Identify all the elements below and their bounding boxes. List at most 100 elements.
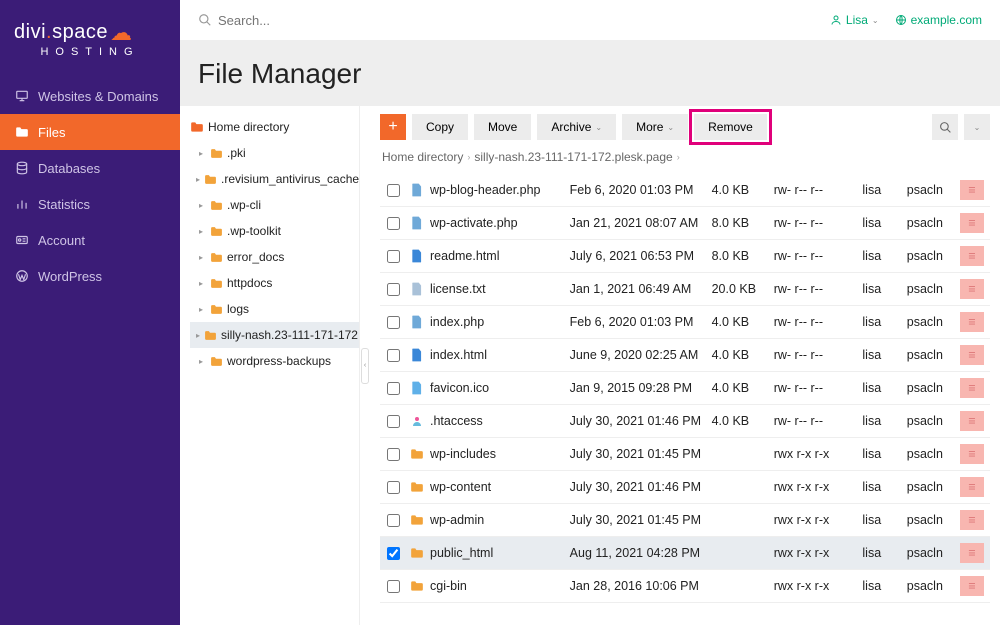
tree-item[interactable]: ▸ silly-nash.23-111-171-172 — [190, 322, 359, 348]
file-group: psacln — [907, 414, 960, 428]
row-checkbox[interactable] — [387, 514, 400, 527]
chevron-right-icon[interactable]: ▸ — [196, 201, 206, 210]
tree-root[interactable]: Home directory — [180, 114, 359, 140]
table-row[interactable]: index.phpFeb 6, 2020 01:03 PM4.0 KBrw- r… — [380, 306, 990, 339]
table-row[interactable]: license.txtJan 1, 2021 06:49 AM20.0 KBrw… — [380, 273, 990, 306]
tree-item[interactable]: ▸.wp-toolkit — [190, 218, 359, 244]
nav-item-databases[interactable]: Databases — [0, 150, 180, 186]
move-button[interactable]: Move — [474, 114, 531, 140]
row-actions-button[interactable]: ≡ — [960, 510, 984, 530]
file-size: 4.0 KB — [712, 414, 774, 428]
row-actions-button[interactable]: ≡ — [960, 180, 984, 200]
file-size: 4.0 KB — [712, 315, 774, 329]
tree-item-label: .revisium_antivirus_cache — [221, 172, 359, 186]
chevron-right-icon[interactable]: ▸ — [196, 149, 206, 158]
tree-item[interactable]: ▸ .revisium_antivirus_cache — [190, 166, 359, 192]
archive-button[interactable]: Archive⌄ — [537, 114, 616, 140]
table-row[interactable]: public_htmlAug 11, 2021 04:28 PMrwx r-x … — [380, 537, 990, 570]
row-checkbox[interactable] — [387, 580, 400, 593]
tree-item-label: wordpress-backups — [227, 354, 331, 368]
nav-item-files[interactable]: Files — [0, 114, 180, 150]
nav-item-wordpress[interactable]: WordPress — [0, 258, 180, 294]
folder-icon — [14, 124, 30, 140]
chevron-right-icon[interactable]: ▸ — [196, 331, 200, 340]
nav-item-account[interactable]: Account — [0, 222, 180, 258]
row-checkbox[interactable] — [387, 481, 400, 494]
search-options-button[interactable]: ⌄ — [964, 114, 990, 140]
chevron-right-icon[interactable]: ▸ — [196, 305, 206, 314]
tree-item[interactable]: ▸httpdocs — [190, 270, 359, 296]
row-checkbox[interactable] — [387, 415, 400, 428]
chevron-right-icon[interactable]: ▸ — [196, 253, 206, 262]
tree-item[interactable]: ▸.pki — [190, 140, 359, 166]
file-name: wp-includes — [430, 447, 496, 461]
file-group: psacln — [907, 315, 960, 329]
row-actions-button[interactable]: ≡ — [960, 444, 984, 464]
table-row[interactable]: wp-contentJuly 30, 2021 01:46 PMrwx r-x … — [380, 471, 990, 504]
table-row[interactable]: cgi-binJan 28, 2016 10:06 PMrwx r-x r-xl… — [380, 570, 990, 603]
nav-item-websites-domains[interactable]: Websites & Domains — [0, 78, 180, 114]
table-row[interactable]: wp-adminJuly 30, 2021 01:45 PMrwx r-x r-… — [380, 504, 990, 537]
chevron-right-icon[interactable]: ▸ — [196, 227, 206, 236]
row-checkbox[interactable] — [387, 349, 400, 362]
folder-icon — [210, 252, 223, 263]
add-button[interactable]: + — [380, 114, 406, 140]
table-row[interactable]: wp-blog-header.phpFeb 6, 2020 01:03 PM4.… — [380, 174, 990, 207]
domain-link[interactable]: example.com — [895, 13, 982, 27]
row-actions-button[interactable]: ≡ — [960, 312, 984, 332]
row-checkbox[interactable] — [387, 217, 400, 230]
table-row[interactable]: .htaccessJuly 30, 2021 01:46 PM4.0 KBrw-… — [380, 405, 990, 438]
row-actions-button[interactable]: ≡ — [960, 246, 984, 266]
row-checkbox[interactable] — [387, 547, 400, 560]
collapse-tree-button[interactable]: ‹ — [361, 348, 369, 384]
search-input[interactable] — [218, 13, 820, 28]
tree-item-label: .wp-cli — [227, 198, 261, 212]
folder-icon — [210, 304, 223, 315]
row-actions-button[interactable]: ≡ — [960, 543, 984, 563]
chevron-right-icon[interactable]: ▸ — [196, 279, 206, 288]
cloud-icon: ☁ — [110, 20, 133, 45]
user-menu[interactable]: Lisa ⌄ — [830, 13, 879, 27]
file-group: psacln — [907, 480, 960, 494]
chevron-right-icon[interactable]: ▸ — [196, 175, 200, 184]
chevron-right-icon[interactable]: ▸ — [196, 357, 206, 366]
breadcrumb-link[interactable]: Home directory — [382, 150, 463, 164]
row-checkbox[interactable] — [387, 382, 400, 395]
row-actions-button[interactable]: ≡ — [960, 411, 984, 431]
row-checkbox[interactable] — [387, 448, 400, 461]
file-user: lisa — [862, 216, 906, 230]
row-actions-button[interactable]: ≡ — [960, 576, 984, 596]
file-permissions: rw- r-- r-- — [774, 282, 863, 296]
row-checkbox[interactable] — [387, 283, 400, 296]
row-actions-button[interactable]: ≡ — [960, 279, 984, 299]
file-group: psacln — [907, 183, 960, 197]
table-row[interactable]: wp-includesJuly 30, 2021 01:45 PMrwx r-x… — [380, 438, 990, 471]
remove-button[interactable]: Remove — [694, 114, 767, 140]
row-actions-button[interactable]: ≡ — [960, 213, 984, 233]
file-user: lisa — [862, 183, 906, 197]
copy-button[interactable]: Copy — [412, 114, 468, 140]
table-row[interactable]: readme.htmlJuly 6, 2021 06:53 PM8.0 KBrw… — [380, 240, 990, 273]
file-search-button[interactable] — [932, 114, 958, 140]
tree-item-label: silly-nash.23-111-171-172 — [221, 328, 358, 342]
table-row[interactable]: wp-activate.phpJan 21, 2021 08:07 AM8.0 … — [380, 207, 990, 240]
panel-resize-handle[interactable]: ‹ — [360, 106, 370, 625]
tree-item[interactable]: ▸ .wp-cli — [190, 192, 359, 218]
tree-item[interactable]: ▸ wordpress-backups — [190, 348, 359, 374]
table-row[interactable]: favicon.icoJan 9, 2015 09:28 PM4.0 KBrw-… — [380, 372, 990, 405]
row-actions-button[interactable]: ≡ — [960, 378, 984, 398]
row-checkbox[interactable] — [387, 316, 400, 329]
file-date: Feb 6, 2020 01:03 PM — [570, 315, 712, 329]
row-checkbox[interactable] — [387, 184, 400, 197]
table-row[interactable]: index.htmlJune 9, 2020 02:25 AM4.0 KBrw-… — [380, 339, 990, 372]
file-user: lisa — [862, 282, 906, 296]
row-checkbox[interactable] — [387, 250, 400, 263]
tree-item[interactable]: ▸logs — [190, 296, 359, 322]
more-button[interactable]: More⌄ — [622, 114, 688, 140]
row-actions-button[interactable]: ≡ — [960, 477, 984, 497]
breadcrumb-link[interactable]: silly-nash.23-111-171-172.plesk.page — [474, 150, 672, 164]
tree-item[interactable]: ▸error_docs — [190, 244, 359, 270]
row-actions-button[interactable]: ≡ — [960, 345, 984, 365]
nav-item-statistics[interactable]: Statistics — [0, 186, 180, 222]
file-user: lisa — [862, 381, 906, 395]
